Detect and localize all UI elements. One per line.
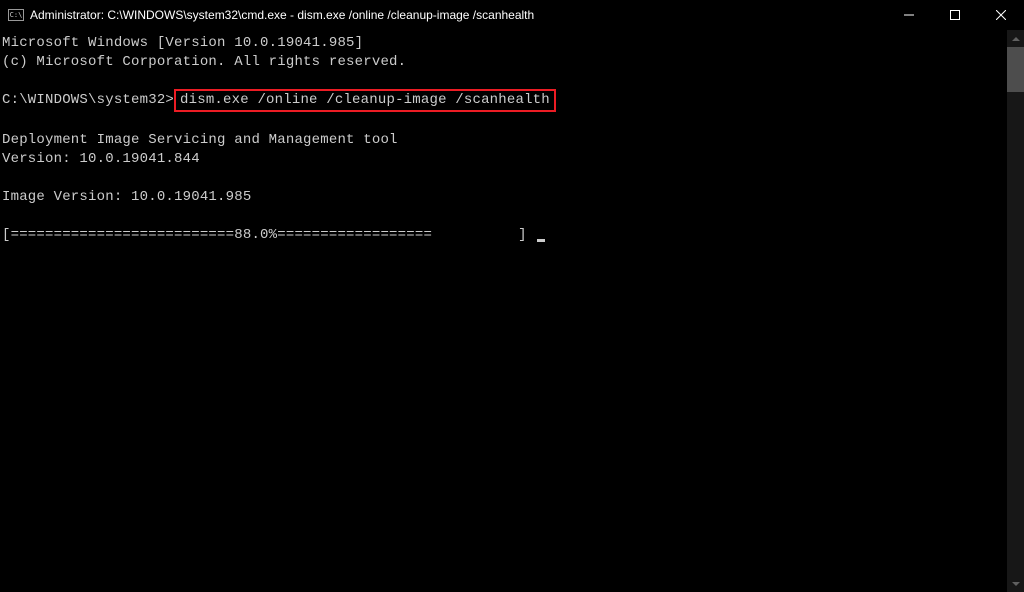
highlighted-command: dism.exe /online /cleanup-image /scanhea…: [174, 89, 556, 112]
image-version-line: Image Version: 10.0.19041.985: [2, 189, 251, 205]
minimize-icon: [904, 10, 914, 20]
dism-version-line: Version: 10.0.19041.844: [2, 151, 200, 167]
vertical-scrollbar[interactable]: [1007, 30, 1024, 592]
prompt-path: C:\WINDOWS\system32>: [2, 92, 174, 108]
text-cursor: [537, 239, 545, 242]
dism-tool-line: Deployment Image Servicing and Managemen…: [2, 132, 398, 148]
close-icon: [996, 10, 1006, 20]
os-version-line: Microsoft Windows [Version 10.0.19041.98…: [2, 35, 363, 51]
cmd-window: C:\ Administrator: C:\WINDOWS\system32\c…: [0, 0, 1024, 592]
window-title: Administrator: C:\WINDOWS\system32\cmd.e…: [30, 8, 886, 22]
window-controls: [886, 0, 1024, 30]
chevron-down-icon: [1012, 582, 1020, 586]
maximize-icon: [950, 10, 960, 20]
copyright-line: (c) Microsoft Corporation. All rights re…: [2, 54, 406, 70]
minimize-button[interactable]: [886, 0, 932, 30]
progress-bar-text: [==========================88.0%========…: [2, 227, 535, 243]
window-titlebar[interactable]: C:\ Administrator: C:\WINDOWS\system32\c…: [0, 0, 1024, 30]
close-button[interactable]: [978, 0, 1024, 30]
console-output[interactable]: Microsoft Windows [Version 10.0.19041.98…: [0, 30, 1007, 592]
scroll-down-button[interactable]: [1007, 575, 1024, 592]
scrollbar-thumb[interactable]: [1007, 47, 1024, 92]
scroll-up-button[interactable]: [1007, 30, 1024, 47]
chevron-up-icon: [1012, 37, 1020, 41]
maximize-button[interactable]: [932, 0, 978, 30]
cmd-icon: C:\: [8, 9, 24, 21]
